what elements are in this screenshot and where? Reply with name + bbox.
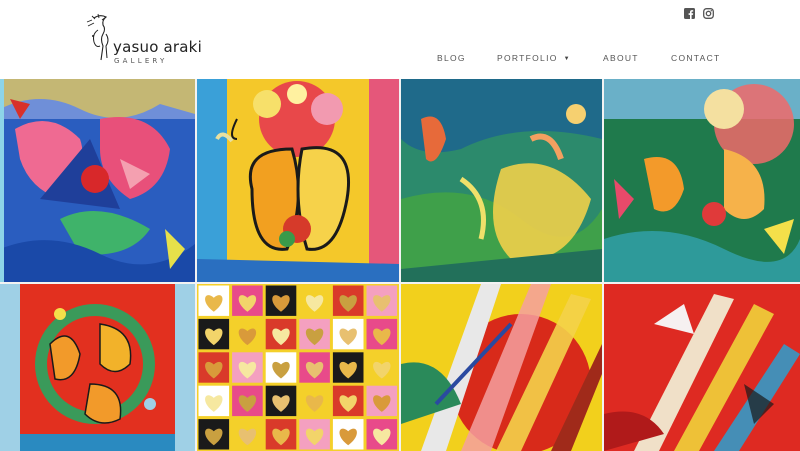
- caret-down-icon: ▼: [563, 56, 571, 62]
- artwork-tile-4[interactable]: [604, 79, 800, 282]
- gallery-divider: [602, 79, 604, 451]
- artwork-image: [0, 284, 195, 451]
- artwork-tile-6[interactable]: [197, 284, 399, 451]
- artwork-image: [604, 284, 800, 451]
- artwork-image: [0, 79, 195, 282]
- gallery-divider: [195, 79, 197, 451]
- page: yasuo araki GALLERY BLOG PORTFOLIO ▼ ABOU…: [0, 0, 800, 451]
- gallery-divider: [399, 79, 401, 451]
- artwork-tile-2[interactable]: [197, 79, 399, 282]
- social-links: [684, 8, 714, 19]
- nav-portfolio-label: PORTFOLIO: [497, 53, 558, 63]
- artwork-image: [604, 79, 800, 282]
- artwork-tile-3[interactable]: [401, 79, 602, 282]
- artwork-tile-1[interactable]: [0, 79, 195, 282]
- nav-contact[interactable]: CONTACT: [671, 53, 721, 63]
- facebook-icon[interactable]: [684, 8, 695, 19]
- site-header: yasuo araki GALLERY BLOG PORTFOLIO ▼ ABOU…: [0, 0, 800, 79]
- artwork-image: [197, 284, 399, 451]
- artwork-tile-8[interactable]: [604, 284, 800, 451]
- portfolio-gallery: [0, 79, 800, 451]
- main-nav: BLOG PORTFOLIO ▼ ABOUT CONTACT: [0, 53, 800, 65]
- gallery-divider: [0, 282, 800, 284]
- nav-about[interactable]: ABOUT: [603, 53, 639, 63]
- artwork-image: [401, 79, 602, 282]
- artwork-image: [401, 284, 602, 451]
- artwork-tile-5[interactable]: [0, 284, 195, 451]
- nav-blog[interactable]: BLOG: [437, 53, 466, 63]
- nav-portfolio[interactable]: PORTFOLIO ▼: [497, 53, 571, 63]
- artwork-image: [197, 79, 399, 282]
- instagram-icon[interactable]: [703, 8, 714, 19]
- artwork-tile-7[interactable]: [401, 284, 602, 451]
